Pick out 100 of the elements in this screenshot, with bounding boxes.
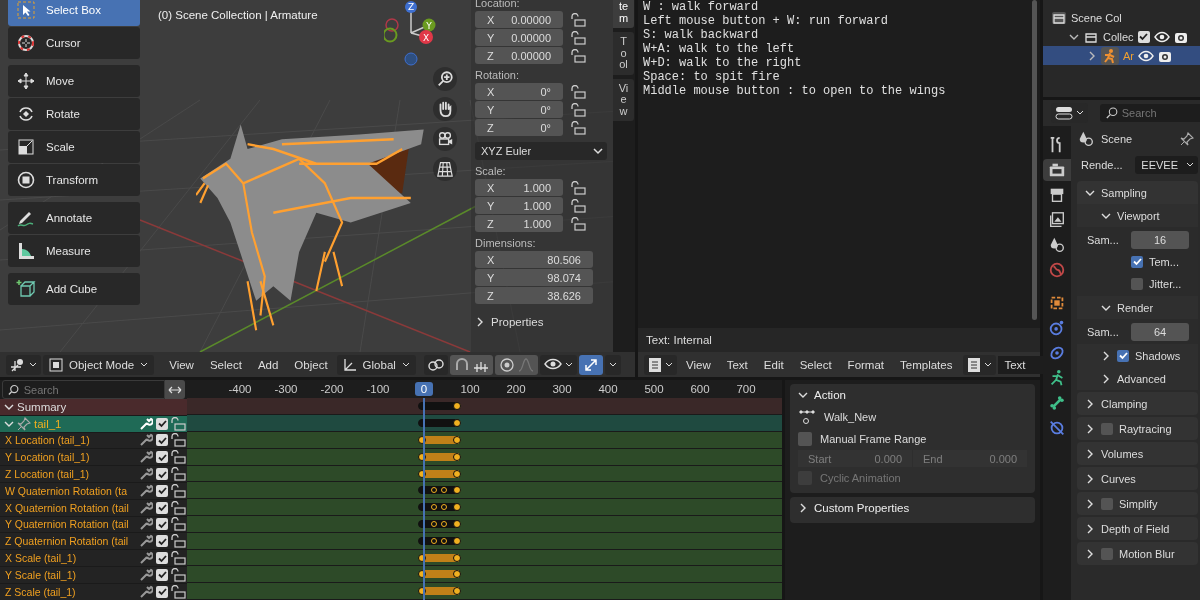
wrench-icon[interactable] <box>139 534 153 549</box>
checkbox[interactable] <box>156 434 168 447</box>
tool-button[interactable]: Add Cube <box>8 273 140 305</box>
number-field[interactable]: Z 0° <box>475 119 563 136</box>
open-lock-icon[interactable] <box>171 450 187 465</box>
number-field[interactable]: 16 <box>1131 230 1189 249</box>
perspective-button[interactable] <box>433 157 457 181</box>
swap-button[interactable] <box>165 380 185 399</box>
panel-header[interactable]: Sampling <box>1077 181 1198 204</box>
number-field[interactable]: X 80.506 <box>475 251 593 268</box>
camera-view-button[interactable] <box>433 127 457 151</box>
keyframe-span[interactable] <box>418 467 462 480</box>
menu-item[interactable]: Object <box>287 358 335 371</box>
open-lock-icon[interactable] <box>171 500 187 515</box>
checkbox[interactable] <box>156 417 168 430</box>
pan-button[interactable] <box>433 97 457 121</box>
menu-item[interactable]: View <box>162 358 201 371</box>
number-field[interactable]: X 0° <box>475 83 563 100</box>
visibility-button[interactable] <box>539 354 577 375</box>
open-lock-icon[interactable] <box>571 180 587 195</box>
tool-button[interactable]: Rotate <box>8 98 140 130</box>
number-field[interactable]: Y 0.00000 <box>475 29 563 46</box>
number-field[interactable]: Z 0.00000 <box>475 47 563 64</box>
sidebar-tab[interactable]: View <box>613 78 634 122</box>
menu-item[interactable]: Select <box>202 358 249 371</box>
number-field[interactable]: Y 1.000 <box>475 197 563 214</box>
number-field[interactable]: Z 38.626 <box>475 287 593 304</box>
checkbox[interactable] <box>156 568 168 581</box>
checkbox[interactable] <box>156 451 168 464</box>
keyframe-span[interactable] <box>418 400 462 413</box>
wrench-icon[interactable] <box>139 500 153 515</box>
open-lock-icon[interactable] <box>171 483 187 498</box>
wrench-icon[interactable] <box>139 450 153 465</box>
wrench-icon[interactable] <box>139 433 153 448</box>
menu-item[interactable]: Select <box>792 358 839 371</box>
render-engine-dropdown[interactable]: EEVEE <box>1135 156 1198 174</box>
tool-button[interactable]: Select Box <box>8 0 140 26</box>
rotation-mode-dropdown[interactable]: XYZ Euler <box>475 142 607 160</box>
panel-header[interactable]: Motion Blur <box>1077 542 1198 565</box>
search-input[interactable]: Search <box>1121 107 1200 119</box>
number-field[interactable]: Z 1.000 <box>475 215 563 232</box>
wrench-icon[interactable] <box>139 551 153 566</box>
channel-row[interactable]: X Scale (tail_1) <box>0 550 187 567</box>
open-lock-icon[interactable] <box>571 120 587 135</box>
properties-tab[interactable] <box>1043 159 1071 181</box>
tool-button[interactable]: Transform <box>8 164 140 196</box>
open-lock-icon[interactable] <box>571 198 587 213</box>
keyframe-span[interactable] <box>418 534 462 547</box>
outliner-row[interactable]: Ar <box>1043 46 1200 65</box>
search-input[interactable]: Search <box>23 383 164 396</box>
outliner-row[interactable]: Collec <box>1043 27 1200 46</box>
snap-button[interactable] <box>449 354 493 375</box>
scrollbar[interactable] <box>1032 0 1037 320</box>
checkbox[interactable] <box>1101 497 1113 510</box>
wrench-icon[interactable] <box>139 467 153 482</box>
open-lock-icon[interactable] <box>571 48 587 63</box>
proportional-edit-button[interactable] <box>494 354 538 375</box>
tool-button[interactable]: Move <box>8 65 140 97</box>
keyframe-span[interactable] <box>418 484 462 497</box>
channel-row[interactable]: Z Location (tail_1) <box>0 466 187 483</box>
number-field[interactable]: 64 <box>1131 322 1189 341</box>
editor-type-button[interactable] <box>644 354 677 375</box>
channel-row[interactable]: Y Location (tail_1) <box>0 449 187 467</box>
search-field[interactable]: Search <box>1100 104 1200 122</box>
wrench-icon[interactable] <box>139 584 153 599</box>
eye-icon[interactable] <box>1153 30 1170 43</box>
panel-header[interactable]: Simplify <box>1077 492 1198 515</box>
wrench-icon[interactable] <box>139 567 153 582</box>
number-field[interactable]: X 1.000 <box>475 179 563 196</box>
wrench-icon[interactable] <box>139 517 153 532</box>
keyframe-span[interactable] <box>418 517 462 530</box>
keyframe-span[interactable] <box>418 501 462 514</box>
open-lock-icon[interactable] <box>171 534 187 549</box>
panel-header[interactable]: Action <box>790 384 1035 406</box>
keyframe-span[interactable] <box>418 450 462 463</box>
checkbox[interactable] <box>156 585 168 598</box>
tool-button[interactable]: Cursor <box>8 27 140 59</box>
keyframe-span[interactable] <box>418 585 462 598</box>
text-browse-button[interactable] <box>963 354 997 375</box>
checkbox[interactable] <box>156 501 168 514</box>
checkbox[interactable] <box>1101 422 1113 435</box>
checkbox[interactable] <box>1137 30 1150 43</box>
checkbox[interactable] <box>156 468 168 481</box>
keyframe-span[interactable] <box>418 551 462 564</box>
subpanel-header[interactable]: Render <box>1077 296 1198 319</box>
open-lock-icon[interactable] <box>171 517 187 532</box>
checkbox[interactable] <box>1131 277 1143 290</box>
subpanel-header[interactable]: Advanced <box>1077 367 1198 390</box>
open-lock-icon[interactable] <box>571 84 587 99</box>
search-field[interactable]: Search <box>2 380 165 399</box>
panel-header[interactable]: Clamping <box>1077 392 1198 415</box>
keyframe-span[interactable] <box>418 568 462 581</box>
properties-panel-header[interactable]: Properties <box>475 316 607 328</box>
keyframe-span[interactable] <box>418 417 462 430</box>
sidebar-tab[interactable]: Tool <box>613 32 634 75</box>
menu-item[interactable]: Add <box>250 358 286 371</box>
checkbox[interactable] <box>156 518 168 531</box>
pin-icon[interactable] <box>1180 132 1194 146</box>
mode-dropdown[interactable]: Object Mode <box>43 354 155 375</box>
eye-icon[interactable] <box>1138 49 1154 62</box>
